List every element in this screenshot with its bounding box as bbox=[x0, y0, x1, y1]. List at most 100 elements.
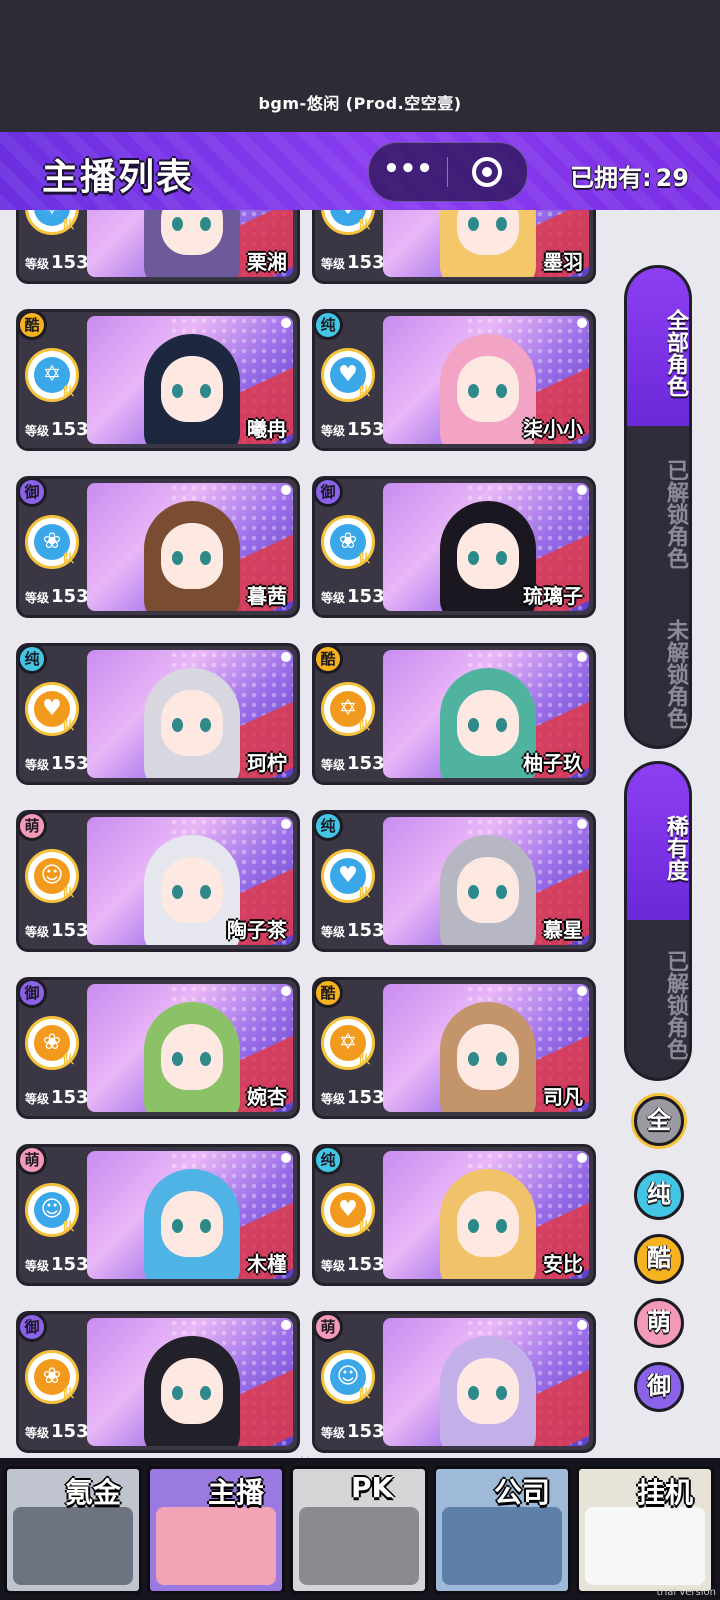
rarity-filter-3[interactable]: 萌 bbox=[634, 1298, 684, 1348]
corner-dot bbox=[577, 1153, 587, 1163]
team-tag: 队 bbox=[63, 218, 74, 231]
corner-dot bbox=[577, 652, 587, 662]
streamer-card[interactable]: ❀ 队 等级 153 婉杏 御 bbox=[16, 977, 300, 1119]
level-value: 153 bbox=[51, 1254, 89, 1275]
eye bbox=[200, 1052, 211, 1066]
level: 等级 153 bbox=[321, 419, 385, 440]
team-tag: 队 bbox=[359, 385, 370, 398]
streamer-card[interactable]: ♥ 队 等级153 墨羽 bbox=[312, 210, 596, 284]
streamer-card[interactable]: ❀ 队 等级 153 琉璃子 御 bbox=[312, 476, 596, 618]
level-value: 153 bbox=[51, 753, 89, 774]
nav-art bbox=[156, 1507, 276, 1585]
level-value: 153 bbox=[347, 1254, 385, 1275]
level-label: 等级 bbox=[321, 257, 346, 271]
streamer-card[interactable]: ♥ 队 等级 153 柒小小 纯 bbox=[312, 309, 596, 451]
level: 等级 153 bbox=[321, 920, 385, 941]
level: 等级 153 bbox=[321, 1421, 385, 1442]
trial-watermark: trial version bbox=[656, 1587, 716, 1598]
rarity-badge: 纯 bbox=[315, 813, 343, 841]
nav-tab-2[interactable]: PK bbox=[290, 1466, 428, 1594]
streamer-card[interactable]: ♥ 队 等级 153 珂柠 纯 bbox=[16, 643, 300, 785]
team-tag: 队 bbox=[359, 1387, 370, 1400]
streamer-name: 墨羽 bbox=[543, 250, 583, 274]
close-dot-icon bbox=[482, 167, 492, 177]
team-badge: ❀ 队 bbox=[25, 1016, 79, 1070]
eye bbox=[496, 217, 507, 231]
rarity-badge: 纯 bbox=[315, 312, 343, 340]
eye bbox=[496, 1386, 507, 1400]
rarity-filter-4[interactable]: 御 bbox=[634, 1362, 684, 1412]
owned-label: 已拥有: bbox=[570, 164, 652, 192]
streamer-card[interactable]: ✡ 队 等级 153 柚子玖 酷 bbox=[312, 643, 596, 785]
team-tag: 队 bbox=[359, 1220, 370, 1233]
eye bbox=[468, 217, 479, 231]
corner-dot bbox=[281, 986, 291, 996]
level-label: 等级 bbox=[25, 925, 50, 939]
streamer-card[interactable]: ❀ 队 等级 153 暮茜 御 bbox=[16, 476, 300, 618]
level-label: 等级 bbox=[321, 1426, 346, 1440]
corner-dot bbox=[281, 652, 291, 662]
more-menu-button[interactable]: ••• bbox=[369, 143, 447, 201]
level: 等级 153 bbox=[321, 1254, 385, 1275]
level: 等级 153 bbox=[25, 252, 89, 273]
level-value: 153 bbox=[347, 1421, 385, 1442]
team-badge: ✡ 队 bbox=[321, 1016, 375, 1070]
nav-tab-1[interactable]: 主播 bbox=[147, 1466, 285, 1594]
owned-number: 29 bbox=[655, 164, 690, 192]
nav-label: 公司 bbox=[494, 1476, 551, 1509]
level-value: 153 bbox=[347, 753, 385, 774]
filter-group2-1[interactable]: 已解锁角色 bbox=[627, 920, 689, 1078]
mini-program-capsule: ••• bbox=[368, 142, 528, 202]
streamer-card[interactable]: ♥ 队 等级 153 安比 纯 bbox=[312, 1144, 596, 1286]
close-button[interactable] bbox=[448, 143, 526, 201]
streamer-name: 琉璃子 bbox=[523, 584, 583, 608]
eye bbox=[200, 551, 211, 565]
level: 等级 153 bbox=[321, 753, 385, 774]
eye bbox=[172, 718, 183, 732]
rarity-filter-2[interactable]: 酷 bbox=[634, 1234, 684, 1284]
face bbox=[161, 523, 223, 589]
level: 等级 153 bbox=[25, 1421, 89, 1442]
streamer-card[interactable]: ✡ 队 等级 153 司凡 酷 bbox=[312, 977, 596, 1119]
streamer-card[interactable]: ☺ 队 等级 153 陶子茶 萌 bbox=[16, 810, 300, 952]
nav-tab-4[interactable]: 挂机 bbox=[576, 1466, 714, 1594]
filter-group1-0[interactable]: 全部角色 bbox=[627, 268, 689, 426]
level-label: 等级 bbox=[25, 1259, 50, 1273]
rarity-filter-pill: 稀有度 已解锁角色 bbox=[624, 761, 692, 1081]
nav-tab-0[interactable]: 氪金 bbox=[4, 1466, 142, 1594]
streamer-card[interactable]: ✡ 队 等级153 栗湘 bbox=[16, 210, 300, 284]
level-label: 等级 bbox=[321, 1259, 346, 1273]
nav-label: PK bbox=[351, 1471, 394, 1504]
eye bbox=[172, 217, 183, 231]
level: 等级 153 bbox=[321, 252, 385, 273]
streamer-card[interactable]: ☺ 队 等级 153 木槿 萌 bbox=[16, 1144, 300, 1286]
bottom-nav: 氪金 主播 PK 公司 挂机 bbox=[0, 1458, 720, 1600]
eye bbox=[468, 551, 479, 565]
eye bbox=[496, 384, 507, 398]
filter-group1-2[interactable]: 未解锁角色 bbox=[627, 590, 689, 746]
team-tag: 队 bbox=[359, 886, 370, 899]
streamer-card[interactable]: ☺ 队 等级 153 萌 bbox=[312, 1311, 596, 1453]
eye bbox=[468, 384, 479, 398]
streamer-card[interactable]: ♥ 队 等级 153 慕星 纯 bbox=[312, 810, 596, 952]
nav-art bbox=[442, 1507, 562, 1585]
streamer-grid: ✡ 队 等级153 栗湘 ♥ 队 等级153 墨羽 ✡ 队 bbox=[0, 210, 610, 1464]
rarity-badge: 御 bbox=[19, 980, 47, 1008]
level: 等级 153 bbox=[25, 1254, 89, 1275]
nav-tab-3[interactable]: 公司 bbox=[433, 1466, 571, 1594]
filter-group2-0[interactable]: 稀有度 bbox=[627, 764, 689, 920]
filter-group1-1[interactable]: 已解锁角色 bbox=[627, 426, 689, 590]
rarity-badge: 萌 bbox=[19, 813, 47, 841]
face bbox=[457, 1358, 519, 1424]
streamer-card[interactable]: ✡ 队 等级 153 曦冉 酷 bbox=[16, 309, 300, 451]
level-label: 等级 bbox=[25, 758, 50, 772]
eye bbox=[172, 1386, 183, 1400]
level-value: 153 bbox=[51, 920, 89, 941]
corner-dot bbox=[577, 1320, 587, 1330]
level: 等级 153 bbox=[25, 753, 89, 774]
streamer-name: 柒小小 bbox=[523, 417, 583, 441]
rarity-filter-1[interactable]: 纯 bbox=[634, 1170, 684, 1220]
rarity-filter-0[interactable]: 全 bbox=[634, 1096, 684, 1146]
streamer-card[interactable]: ❀ 队 等级 153 御 bbox=[16, 1311, 300, 1453]
character-filter-pill: 全部角色 已解锁角色 未解锁角色 bbox=[624, 265, 692, 749]
